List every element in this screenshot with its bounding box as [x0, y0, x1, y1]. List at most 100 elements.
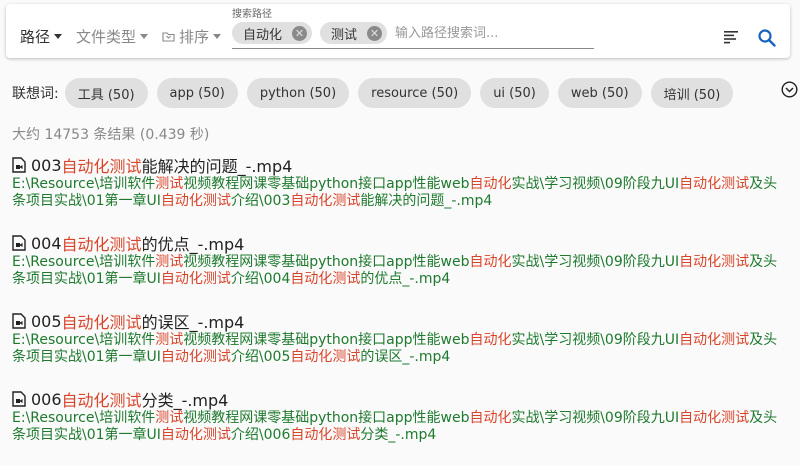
result-item: 004 自动化测试 的优点_-.mp4 E:\Resource\培训软件测试视频教程网…	[12, 232, 790, 288]
filetype-menu[interactable]: 文件类型	[76, 24, 149, 48]
video-file-icon	[12, 313, 26, 329]
highlight-text: 自动化测试	[61, 157, 142, 176]
highlight-text: 自动化测试	[290, 349, 361, 365]
video-file-icon	[12, 235, 26, 251]
suggestion-chip[interactable]: 培训 (50)	[650, 78, 734, 108]
suggestion-chip[interactable]: resource (50)	[358, 78, 472, 108]
result-path[interactable]: E:\Resource\培训软件测试视频教程网课零基础python接口app性能…	[12, 254, 790, 288]
video-file-icon	[12, 391, 26, 407]
text-segment: 分类_-.mp4	[141, 391, 229, 410]
result-path[interactable]: E:\Resource\培训软件测试视频教程网课零基础python接口app性能…	[12, 410, 790, 444]
text-segment: 视频教程网课零基础python接口app性能web	[183, 410, 470, 426]
text-segment: E:\Resource\培训软件	[12, 332, 156, 348]
text-segment: 的优点_-.mp4	[141, 235, 245, 254]
result-title[interactable]: 004 自动化测试 的优点_-.mp4	[12, 232, 790, 254]
text-segment: E:\Resource\培训软件	[12, 410, 156, 426]
expand-circle-icon[interactable]	[781, 81, 798, 98]
text-segment: 介绍\006	[230, 427, 291, 443]
search-chip-label: 自动化	[243, 27, 283, 43]
video-file-icon	[12, 157, 26, 173]
result-path[interactable]: E:\Resource\培训软件测试视频教程网课零基础python接口app性能…	[12, 176, 790, 210]
caret-down-icon	[54, 33, 63, 39]
result-item: 005 自动化测试 的误区_-.mp4 E:\Resource\培训软件测试视频教程网…	[12, 310, 790, 366]
list-icon[interactable]	[724, 31, 739, 44]
result-path[interactable]: E:\Resource\培训软件测试视频教程网课零基础python接口app性能…	[12, 332, 790, 366]
text-segment: 实战\学习视频\09阶段九UI	[511, 176, 680, 192]
highlight-text: 自动化测试	[679, 332, 750, 348]
highlight-text: 测试	[155, 176, 184, 192]
text-segment: 003	[31, 155, 62, 175]
search-field[interactable]: 自动化 ✕ 测试 ✕	[232, 18, 594, 49]
text-segment: 实战\学习视频\09阶段九UI	[511, 332, 680, 348]
suggestion-chip[interactable]: web (50)	[557, 78, 642, 108]
highlight-text: 自动化测试	[61, 391, 142, 410]
result-item: 006 自动化测试 分类_-.mp4 E:\Resource\培训软件测试视频教程网课…	[12, 388, 790, 444]
sort-menu-label: 排序	[179, 27, 210, 46]
highlight-text: 自动化测试	[679, 176, 750, 192]
highlight-text: 测试	[155, 332, 184, 348]
search-chip-label: 测试	[331, 27, 358, 43]
text-segment: 004	[31, 233, 62, 253]
text-segment: 能解决的问题_-.mp4	[360, 193, 493, 209]
text-segment: 能解决的问题_-.mp4	[141, 157, 293, 176]
text-segment: E:\Resource\培训软件	[12, 254, 156, 270]
filetype-menu-label: 文件类型	[76, 27, 137, 46]
result-title[interactable]: 003 自动化测试 能解决的问题_-.mp4	[12, 154, 790, 176]
search-toolbar: 路径 文件类型 排序 搜索路径 自动化 ✕ 测试 ✕	[6, 4, 790, 58]
suggestion-chip[interactable]: python (50)	[246, 78, 350, 108]
sort-menu[interactable]: 排序	[162, 24, 222, 48]
text-segment: 实战\学习视频\09阶段九UI	[511, 410, 680, 426]
highlight-text: 自动化	[469, 254, 512, 270]
search-chip[interactable]: 测试 ✕	[320, 22, 388, 44]
highlight-text: 自动化测试	[160, 427, 231, 443]
suggestion-chip[interactable]: app (50)	[156, 78, 238, 108]
text-segment: 视频教程网课零基础python接口app性能web	[183, 176, 470, 192]
text-segment: 实战\学习视频\09阶段九UI	[511, 254, 680, 270]
text-segment: 的误区_-.mp4	[360, 349, 451, 365]
suggestion-chip[interactable]: ui (50)	[480, 78, 549, 108]
result-list: 003 自动化测试 能解决的问题_-.mp4 E:\Resource\培训软件测试视频…	[12, 154, 790, 466]
highlight-text: 自动化测试	[290, 271, 361, 287]
highlight-text: 自动化	[469, 332, 512, 348]
text-segment: 005	[31, 311, 62, 331]
caret-down-icon	[140, 33, 149, 39]
highlight-text: 自动化测试	[290, 427, 361, 443]
text-segment: 介绍\005	[230, 349, 291, 365]
close-icon[interactable]: ✕	[367, 25, 383, 41]
text-segment: 的优点_-.mp4	[360, 271, 451, 287]
search-chip[interactable]: 自动化 ✕	[232, 22, 313, 44]
caret-down-icon	[213, 33, 222, 39]
search-icon[interactable]	[757, 28, 777, 48]
text-segment: 介绍\003	[230, 193, 291, 209]
text-segment: 视频教程网课零基础python接口app性能web	[183, 332, 470, 348]
highlight-text: 自动化测试	[290, 193, 361, 209]
highlight-text: 测试	[155, 254, 184, 270]
text-segment: 介绍\004	[230, 271, 291, 287]
result-title[interactable]: 005 自动化测试 的误区_-.mp4	[12, 310, 790, 332]
highlight-text: 自动化测试	[61, 235, 142, 254]
close-icon[interactable]: ✕	[292, 25, 308, 41]
highlight-text: 自动化	[469, 410, 512, 426]
highlight-text: 自动化测试	[679, 254, 750, 270]
search-input[interactable]	[395, 25, 576, 41]
path-menu[interactable]: 路径	[20, 24, 63, 48]
highlight-text: 自动化测试	[160, 349, 231, 365]
highlight-text: 自动化测试	[61, 313, 142, 332]
highlight-text: 自动化测试	[160, 193, 231, 209]
text-segment: E:\Resource\培训软件	[12, 176, 156, 192]
text-segment: 分类_-.mp4	[360, 427, 437, 443]
sort-icon	[162, 31, 175, 42]
result-item: 003 自动化测试 能解决的问题_-.mp4 E:\Resource\培训软件测试视频…	[12, 154, 790, 210]
text-segment: 006	[31, 389, 62, 409]
suggestion-bar: 联想词: 工具 (50) app (50) python (50) resour…	[12, 78, 772, 108]
suggestion-chip[interactable]: 工具 (50)	[64, 78, 148, 108]
result-count: 大约 14753 条结果 (0.439 秒)	[12, 127, 210, 143]
suggestion-label: 联想词:	[12, 86, 59, 102]
highlight-text: 测试	[155, 410, 184, 426]
highlight-text: 自动化	[469, 176, 512, 192]
result-title[interactable]: 006 自动化测试 分类_-.mp4	[12, 388, 790, 410]
path-menu-label: 路径	[20, 27, 51, 46]
highlight-text: 自动化测试	[160, 271, 231, 287]
text-segment: 的误区_-.mp4	[141, 313, 245, 332]
highlight-text: 自动化测试	[679, 410, 750, 426]
